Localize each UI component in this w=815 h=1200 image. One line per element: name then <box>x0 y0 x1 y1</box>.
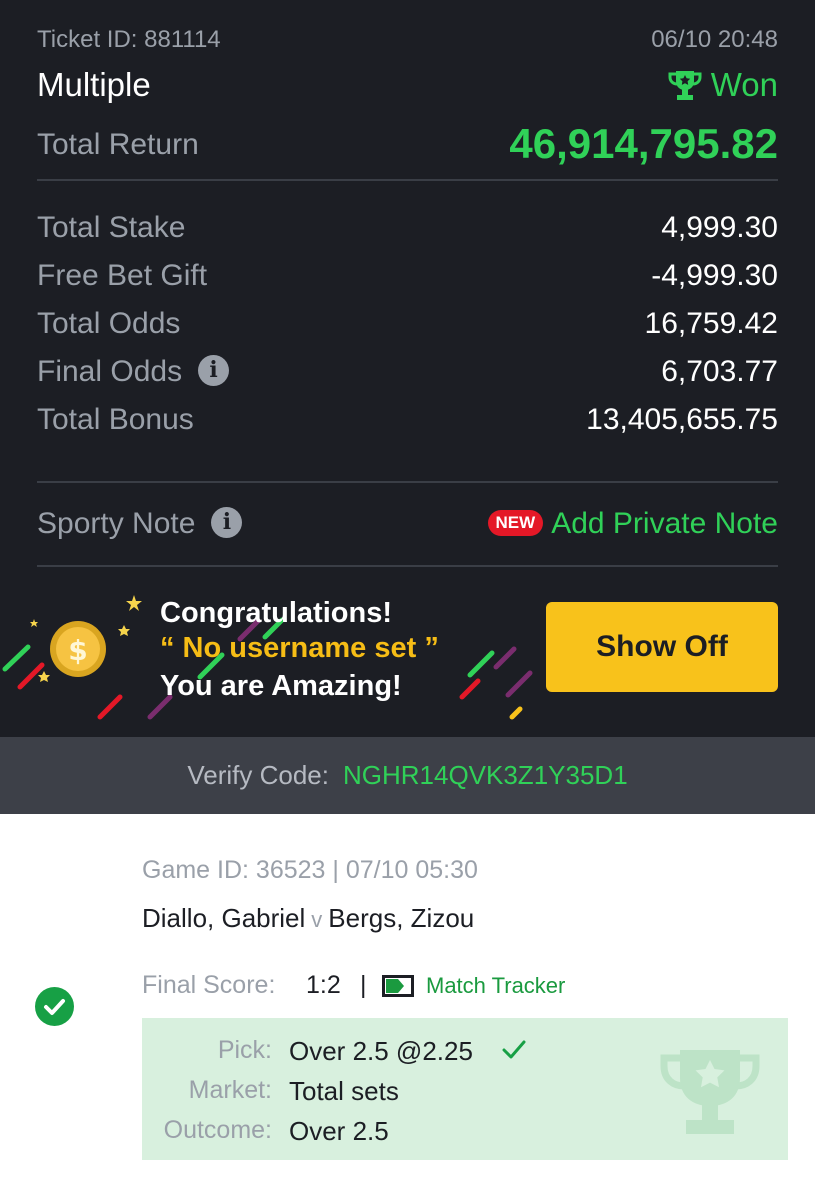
match-tracker-label: Match Tracker <box>426 973 566 998</box>
home-player: Diallo, Gabriel <box>142 903 306 933</box>
final-odds-value: 6,703.77 <box>661 355 778 388</box>
new-badge: NEW <box>487 510 544 537</box>
won-check-icon <box>35 987 74 1026</box>
status-text: Won <box>710 66 778 103</box>
outcome-label: Outcome: <box>163 1116 272 1144</box>
svg-text:$: $ <box>68 634 87 667</box>
ticket-id: Ticket ID: 881114 <box>37 26 221 53</box>
sporty-note-label: Sporty Note <box>37 507 196 540</box>
total-return-value: 46,914,795.82 <box>509 120 778 167</box>
total-odds-label: Total Odds <box>37 307 181 340</box>
final-odds-row: Final Odds i <box>37 354 230 389</box>
away-player: Bergs, Zizou <box>328 903 475 933</box>
divider <box>37 481 778 483</box>
total-bonus-value: 13,405,655.75 <box>586 403 778 436</box>
versus-text: v <box>311 907 323 932</box>
add-private-note-label: Add Private Note <box>551 507 778 540</box>
verify-code-label: Verify Code: <box>187 760 329 790</box>
free-bet-gift-value: -4,999.30 <box>651 259 778 292</box>
divider <box>37 179 778 181</box>
final-score-value: 1:2 <box>306 971 341 999</box>
username-text: “ No username set ” <box>160 632 439 664</box>
total-return-label: Total Return <box>37 128 199 161</box>
info-icon[interactable]: i <box>198 354 230 386</box>
add-private-note-link[interactable]: NEW Add Private Note <box>487 507 778 541</box>
verify-code-bar: Verify Code: NGHR14QVK3Z1Y35D1 <box>0 737 815 814</box>
pick-label: Pick: <box>217 1036 272 1064</box>
free-bet-gift-label: Free Bet Gift <box>37 259 208 292</box>
total-stake-label: Total Stake <box>37 211 186 244</box>
match-title: Diallo, Gabriel v Bergs, Zizou <box>142 903 474 934</box>
bet-type: Multiple <box>37 66 151 103</box>
market-label: Market: <box>188 1076 272 1104</box>
game-id: Game ID: 36523 | 07/10 05:30 <box>142 856 478 884</box>
verify-code-value[interactable]: NGHR14QVK3Z1Y35D1 <box>343 760 628 790</box>
pick-value: Over 2.5 @2.25 <box>289 1036 473 1066</box>
final-score-label: Final Score: <box>142 971 276 999</box>
trophy-icon <box>668 71 702 100</box>
match-tracker-link[interactable]: Match Tracker <box>382 973 565 999</box>
trophy-watermark-icon <box>660 1050 760 1134</box>
pick-check-icon <box>502 1040 526 1059</box>
total-stake-value: 4,999.30 <box>661 211 778 244</box>
market-value: Total sets <box>289 1076 399 1106</box>
amazing-text: You are Amazing! <box>160 670 402 702</box>
final-odds-label: Final Odds <box>37 355 183 388</box>
pick-details-box: Pick: Over 2.5 @2.25 Market: Total sets … <box>142 1018 788 1160</box>
info-icon[interactable]: i <box>211 506 243 538</box>
show-off-button[interactable]: Show Off <box>546 602 778 692</box>
ticket-datetime: 06/10 20:48 <box>651 26 778 53</box>
separator: | <box>360 971 367 999</box>
match-tracker-icon <box>382 975 414 997</box>
total-bonus-label: Total Bonus <box>37 403 194 436</box>
congrats-title: Congratulations! <box>160 597 392 629</box>
sporty-note-row: Sporty Note i <box>37 506 243 541</box>
outcome-value: Over 2.5 <box>289 1116 389 1146</box>
total-odds-value: 16,759.42 <box>644 307 778 340</box>
status-badge: Won <box>667 66 778 104</box>
